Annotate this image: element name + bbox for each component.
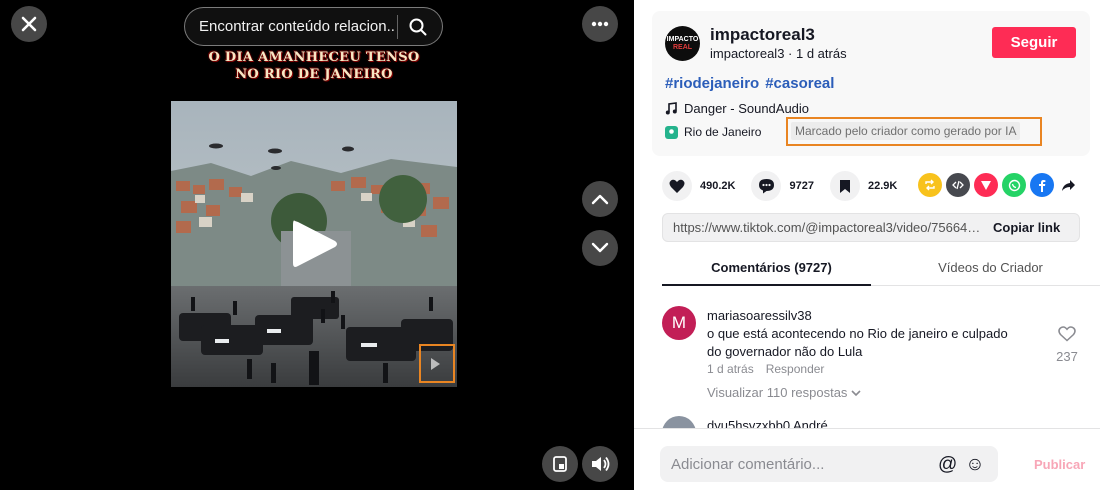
heart-outline-icon (1058, 326, 1076, 342)
emoji-icon[interactable]: ☺ (965, 455, 984, 474)
video-caption-overlay: O dia amanheceu tenso no Rio de Janeiro (208, 50, 420, 82)
publish-button[interactable]: Publicar (1034, 457, 1085, 472)
comment-time: 1 d atrás (707, 362, 754, 376)
play-icon[interactable] (289, 217, 339, 271)
send-icon[interactable] (974, 173, 998, 197)
share-link-bar: https://www.tiktok.com/@impactoreal3/vid… (662, 213, 1080, 242)
ai-highlight-box-label: Marcado pelo criador como gerado por IA (786, 117, 1042, 146)
bookmark-icon (839, 179, 850, 193)
volume-icon (592, 456, 610, 472)
comment-avatar[interactable]: M (662, 306, 696, 340)
music-title: Danger - SoundAudio (684, 101, 810, 116)
like-action[interactable]: 490.2K (662, 171, 735, 201)
floating-player-button[interactable] (542, 446, 578, 482)
save-button[interactable] (829, 171, 860, 201)
chevron-up-icon (591, 194, 609, 205)
ai-generated-label: Marcado pelo criador como gerado por IA (791, 122, 1021, 140)
action-bar: 490.2K 9727 22.9K (662, 171, 913, 201)
facebook-icon[interactable] (1030, 173, 1054, 197)
like-count: 490.2K (700, 180, 736, 192)
comment-text: o que está acontecendo no Rio de janeiro… (707, 326, 1008, 359)
location-pin-icon (665, 125, 678, 139)
comment-meta: 1 d atrás Responder (707, 362, 836, 376)
next-video-button[interactable] (582, 230, 618, 266)
panel-tabs: Comentários (9727) Vídeos do Criador (662, 250, 1100, 286)
tab-creator-videos[interactable]: Vídeos do Criador (881, 250, 1100, 285)
previous-video-button[interactable] (582, 181, 618, 217)
search-button[interactable] (398, 8, 438, 45)
search-icon (409, 18, 427, 35)
post-info-card: IMPACTO REAL impactoreal3 impactoreal3 ·… (652, 11, 1090, 156)
hashtag-link[interactable]: #casoreal (765, 75, 834, 92)
author-name[interactable]: impactoreal3 (710, 25, 815, 45)
heart-icon (669, 179, 685, 193)
comment-item: dyu5hsvzxbb0 André (662, 416, 1084, 428)
share-arrow-icon[interactable] (1058, 173, 1078, 197)
avatar[interactable]: IMPACTO REAL (665, 26, 700, 61)
comment-action[interactable]: 9727 (751, 171, 814, 201)
comment-composer: @ ☺ Publicar (634, 428, 1100, 490)
embed-icon[interactable] (946, 173, 970, 197)
share-icons (918, 173, 1078, 197)
related-search-input[interactable] (199, 18, 395, 35)
volume-button[interactable] (582, 446, 618, 482)
comment-username[interactable]: mariasoaressilv38 (707, 308, 812, 323)
comment-count: 9727 (789, 180, 814, 192)
like-button[interactable] (662, 171, 692, 201)
video-frame[interactable] (171, 101, 457, 387)
comment-avatar[interactable] (662, 416, 696, 428)
close-icon (21, 16, 37, 32)
comment-username[interactable]: dyu5hsvzxbb0 André (707, 418, 828, 428)
music-note-icon (665, 102, 677, 115)
music-row[interactable]: Danger - SoundAudio (665, 101, 809, 116)
comment-button[interactable] (751, 171, 782, 201)
more-options-button[interactable] (582, 6, 618, 42)
video-player: O dia amanheceu tenso no Rio de Janeiro (0, 0, 634, 490)
hashtags: #riodejaneiro #casoreal (665, 75, 840, 92)
chevron-down-small-icon (851, 390, 861, 397)
details-panel: IMPACTO REAL impactoreal3 impactoreal3 ·… (634, 0, 1100, 490)
page: O dia amanheceu tenso no Rio de Janeiro (0, 0, 1100, 490)
reply-button[interactable]: Responder (766, 362, 825, 376)
save-action[interactable]: 22.9K (829, 171, 898, 201)
follow-button[interactable]: Seguir (992, 27, 1076, 58)
view-replies-button[interactable]: Visualizar 110 respostas (707, 385, 861, 400)
whatsapp-icon[interactable] (1002, 173, 1026, 197)
comment-like[interactable]: 237 (1054, 326, 1080, 364)
save-count: 22.9K (867, 180, 898, 192)
ai-arrow-icon (431, 358, 440, 370)
repost-icon[interactable] (918, 173, 942, 197)
comment-input[interactable] (660, 455, 930, 473)
avatar-text-top: IMPACTO (666, 35, 699, 43)
location-name: Rio de Janeiro (684, 125, 762, 139)
hashtag-link[interactable]: #riodejaneiro (665, 75, 759, 92)
comment-box: @ ☺ (660, 446, 998, 482)
chevron-down-icon (591, 242, 609, 253)
comment-like-count: 237 (1056, 349, 1078, 364)
related-search (184, 7, 443, 46)
mention-icon[interactable]: @ (938, 455, 957, 474)
floating-player-icon (553, 456, 567, 472)
avatar-text-bottom: REAL (672, 43, 693, 51)
copy-link-button[interactable]: Copiar link (993, 220, 1060, 235)
location-row[interactable]: Rio de Janeiro (665, 125, 761, 139)
tab-comments[interactable]: Comentários (9727) (662, 250, 881, 286)
comment-icon (758, 179, 774, 194)
author-meta: impactoreal3 · 1 d atrás (710, 46, 847, 61)
close-button[interactable] (11, 6, 47, 42)
share-link-url[interactable]: https://www.tiktok.com/@impactoreal3/vid… (663, 220, 983, 235)
more-horizontal-icon (591, 21, 609, 27)
view-replies-label: Visualizar 110 respostas (707, 385, 848, 400)
